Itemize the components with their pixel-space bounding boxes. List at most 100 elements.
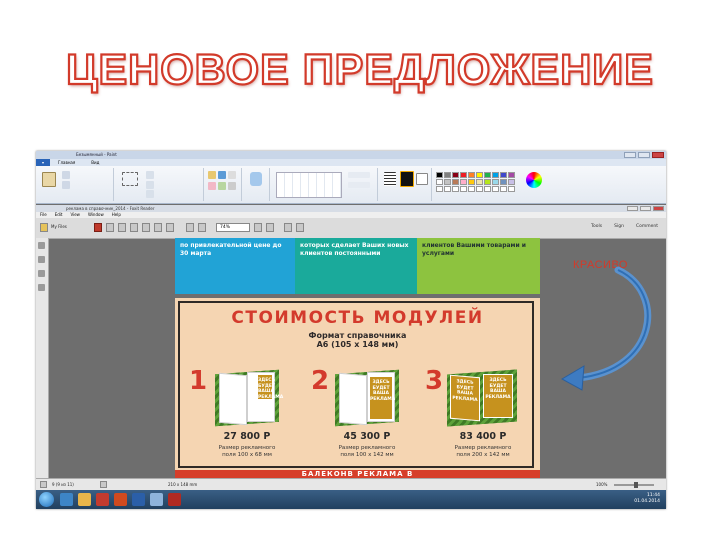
clipboard-group bbox=[36, 168, 114, 201]
desc-1-line-2: поля 100 х 68 мм bbox=[222, 452, 272, 458]
image-group bbox=[114, 168, 204, 201]
reader-title-bar: реклама в справочник_2014 - Foxit Reader bbox=[36, 205, 666, 212]
ad-block-3a: ЗДЕСЬ БУДЕТ ВАША РЕКЛАМА bbox=[450, 374, 480, 422]
color-palette[interactable] bbox=[436, 172, 515, 192]
clock-date: 01.04.2014 bbox=[634, 499, 660, 504]
layers-panel-icon[interactable] bbox=[38, 284, 45, 291]
curved-arrow-icon bbox=[560, 266, 652, 391]
my-files-label[interactable]: My Files bbox=[51, 224, 67, 229]
cut-icon[interactable] bbox=[62, 171, 70, 179]
highlight-icon[interactable] bbox=[284, 223, 292, 232]
start-button[interactable] bbox=[39, 492, 54, 507]
desc-3-line-2: поля 200 х 142 мм bbox=[456, 452, 510, 458]
comment-icon[interactable] bbox=[296, 223, 304, 232]
fill-dropdown[interactable] bbox=[348, 182, 370, 188]
rotate-page-icon[interactable] bbox=[198, 223, 206, 232]
rotate-icon[interactable] bbox=[146, 190, 154, 198]
paint-icon[interactable] bbox=[150, 493, 163, 506]
size-icon[interactable] bbox=[384, 172, 396, 186]
next-page-icon[interactable] bbox=[100, 481, 107, 488]
edit-colors-icon[interactable] bbox=[526, 172, 542, 188]
price-section: СТОИМОСТЬ МОДУЛЕЙ Формат справочника А6 … bbox=[175, 298, 540, 478]
reader-side-panel bbox=[36, 238, 49, 478]
snapshot-icon[interactable] bbox=[166, 223, 174, 232]
zoom-slider-thumb[interactable] bbox=[634, 482, 638, 488]
color-picker-icon[interactable] bbox=[218, 182, 226, 190]
tab-home[interactable]: Главная bbox=[50, 159, 83, 166]
paint-window-title: Безымянный - Paint bbox=[76, 152, 117, 157]
desc-1-line-1: Размер рекламного bbox=[218, 445, 276, 451]
word-icon[interactable] bbox=[132, 493, 145, 506]
comment-tab[interactable]: Comment bbox=[636, 224, 658, 229]
color1-swatch[interactable] bbox=[400, 171, 414, 187]
color2-swatch[interactable] bbox=[416, 173, 428, 185]
book-mockup-2: ЗДЕСЬ БУДЕТ ВАША РЕКЛАМА bbox=[335, 368, 401, 427]
sign-tab[interactable]: Sign bbox=[614, 224, 624, 229]
option-number-3: 3 bbox=[425, 366, 444, 396]
reader-maximize-button[interactable] bbox=[640, 206, 651, 211]
price-2: 45 300 Р bbox=[343, 431, 391, 442]
zoom-in-icon[interactable] bbox=[254, 223, 262, 232]
brushes-group bbox=[242, 168, 270, 201]
print-icon[interactable] bbox=[118, 223, 126, 232]
ie-icon[interactable] bbox=[60, 493, 73, 506]
zoom-status: 100% bbox=[596, 482, 608, 487]
format-subheading: Формат справочника А6 (105 х 148 мм) bbox=[175, 331, 540, 349]
zoom-dropdown[interactable]: 74% bbox=[216, 223, 250, 232]
minimize-button[interactable] bbox=[624, 152, 636, 158]
price-1: 27 800 Р bbox=[223, 431, 271, 442]
tools-tab[interactable]: Tools bbox=[591, 224, 602, 229]
shapes-group bbox=[270, 168, 378, 201]
email-icon[interactable] bbox=[130, 223, 138, 232]
close-button[interactable] bbox=[652, 152, 664, 158]
paint-file-menu-button[interactable]: ▾ bbox=[36, 159, 51, 166]
fit-page-icon[interactable] bbox=[186, 223, 194, 232]
magnifier-icon[interactable] bbox=[228, 182, 236, 190]
media-icon[interactable] bbox=[96, 493, 109, 506]
tools-group bbox=[204, 168, 242, 201]
paint-title-bar: Безымянный - Paint bbox=[36, 151, 666, 159]
maximize-button[interactable] bbox=[638, 152, 650, 158]
pdf-icon[interactable] bbox=[94, 223, 102, 232]
ad-block-3b: ЗДЕСЬ БУДЕТ ВАША РЕКЛАМА bbox=[483, 374, 513, 418]
paste-icon[interactable] bbox=[42, 172, 56, 187]
foxit-icon[interactable] bbox=[168, 493, 181, 506]
paint-tabs: ▾ Главная Вид bbox=[36, 159, 666, 166]
copy-icon[interactable] bbox=[62, 181, 70, 189]
reader-minimize-button[interactable] bbox=[627, 206, 638, 211]
zoom-out-icon[interactable] bbox=[266, 223, 274, 232]
pencil-icon[interactable] bbox=[208, 171, 216, 179]
page-indicator[interactable]: 9 (9 из 11) bbox=[52, 482, 74, 487]
option-number-1: 1 bbox=[189, 366, 208, 396]
reader-close-button[interactable] bbox=[653, 206, 664, 211]
brush-icon[interactable] bbox=[250, 172, 262, 186]
resize-icon[interactable] bbox=[146, 181, 154, 189]
select-icon[interactable] bbox=[122, 172, 138, 186]
fill-icon[interactable] bbox=[218, 171, 226, 179]
pages-panel-icon[interactable] bbox=[38, 242, 45, 249]
desc-3: Размер рекламного поля 200 х 142 мм bbox=[433, 445, 533, 459]
outline-dropdown[interactable] bbox=[348, 172, 370, 178]
eraser-icon[interactable] bbox=[208, 182, 216, 190]
text-icon[interactable] bbox=[228, 171, 236, 179]
attachments-panel-icon[interactable] bbox=[38, 270, 45, 277]
desc-1: Размер рекламного поля 100 х 68 мм bbox=[197, 445, 297, 459]
shapes-gallery[interactable] bbox=[276, 172, 342, 198]
powerpoint-icon[interactable] bbox=[114, 493, 127, 506]
crop-icon[interactable] bbox=[146, 171, 154, 179]
select-tool-icon[interactable] bbox=[154, 223, 162, 232]
open-icon[interactable] bbox=[40, 223, 48, 232]
book-mockup-3: ЗДЕСЬ БУДЕТ ВАША РЕКЛАМА ЗДЕСЬ БУДЕТ ВАШ… bbox=[447, 368, 519, 427]
desc-2-line-2: поля 100 х 142 мм bbox=[340, 452, 394, 458]
explorer-icon[interactable] bbox=[78, 493, 91, 506]
bookmarks-panel-icon[interactable] bbox=[38, 256, 45, 263]
first-page-icon[interactable] bbox=[40, 481, 47, 488]
slide-title: ЦЕНОВОЕ ПРЕДЛОЖЕНИЕ bbox=[65, 45, 654, 95]
format-line-1: Формат справочника bbox=[308, 331, 407, 340]
hand-tool-icon[interactable] bbox=[142, 223, 150, 232]
format-line-2: А6 (105 х 148 мм) bbox=[316, 340, 399, 349]
tab-view[interactable]: Вид bbox=[83, 159, 107, 166]
save-icon[interactable] bbox=[106, 223, 114, 232]
blue-column: по привлекательной цене до 30 марта bbox=[175, 238, 295, 294]
taskbar: 11:44 01.04.2014 bbox=[36, 490, 666, 509]
